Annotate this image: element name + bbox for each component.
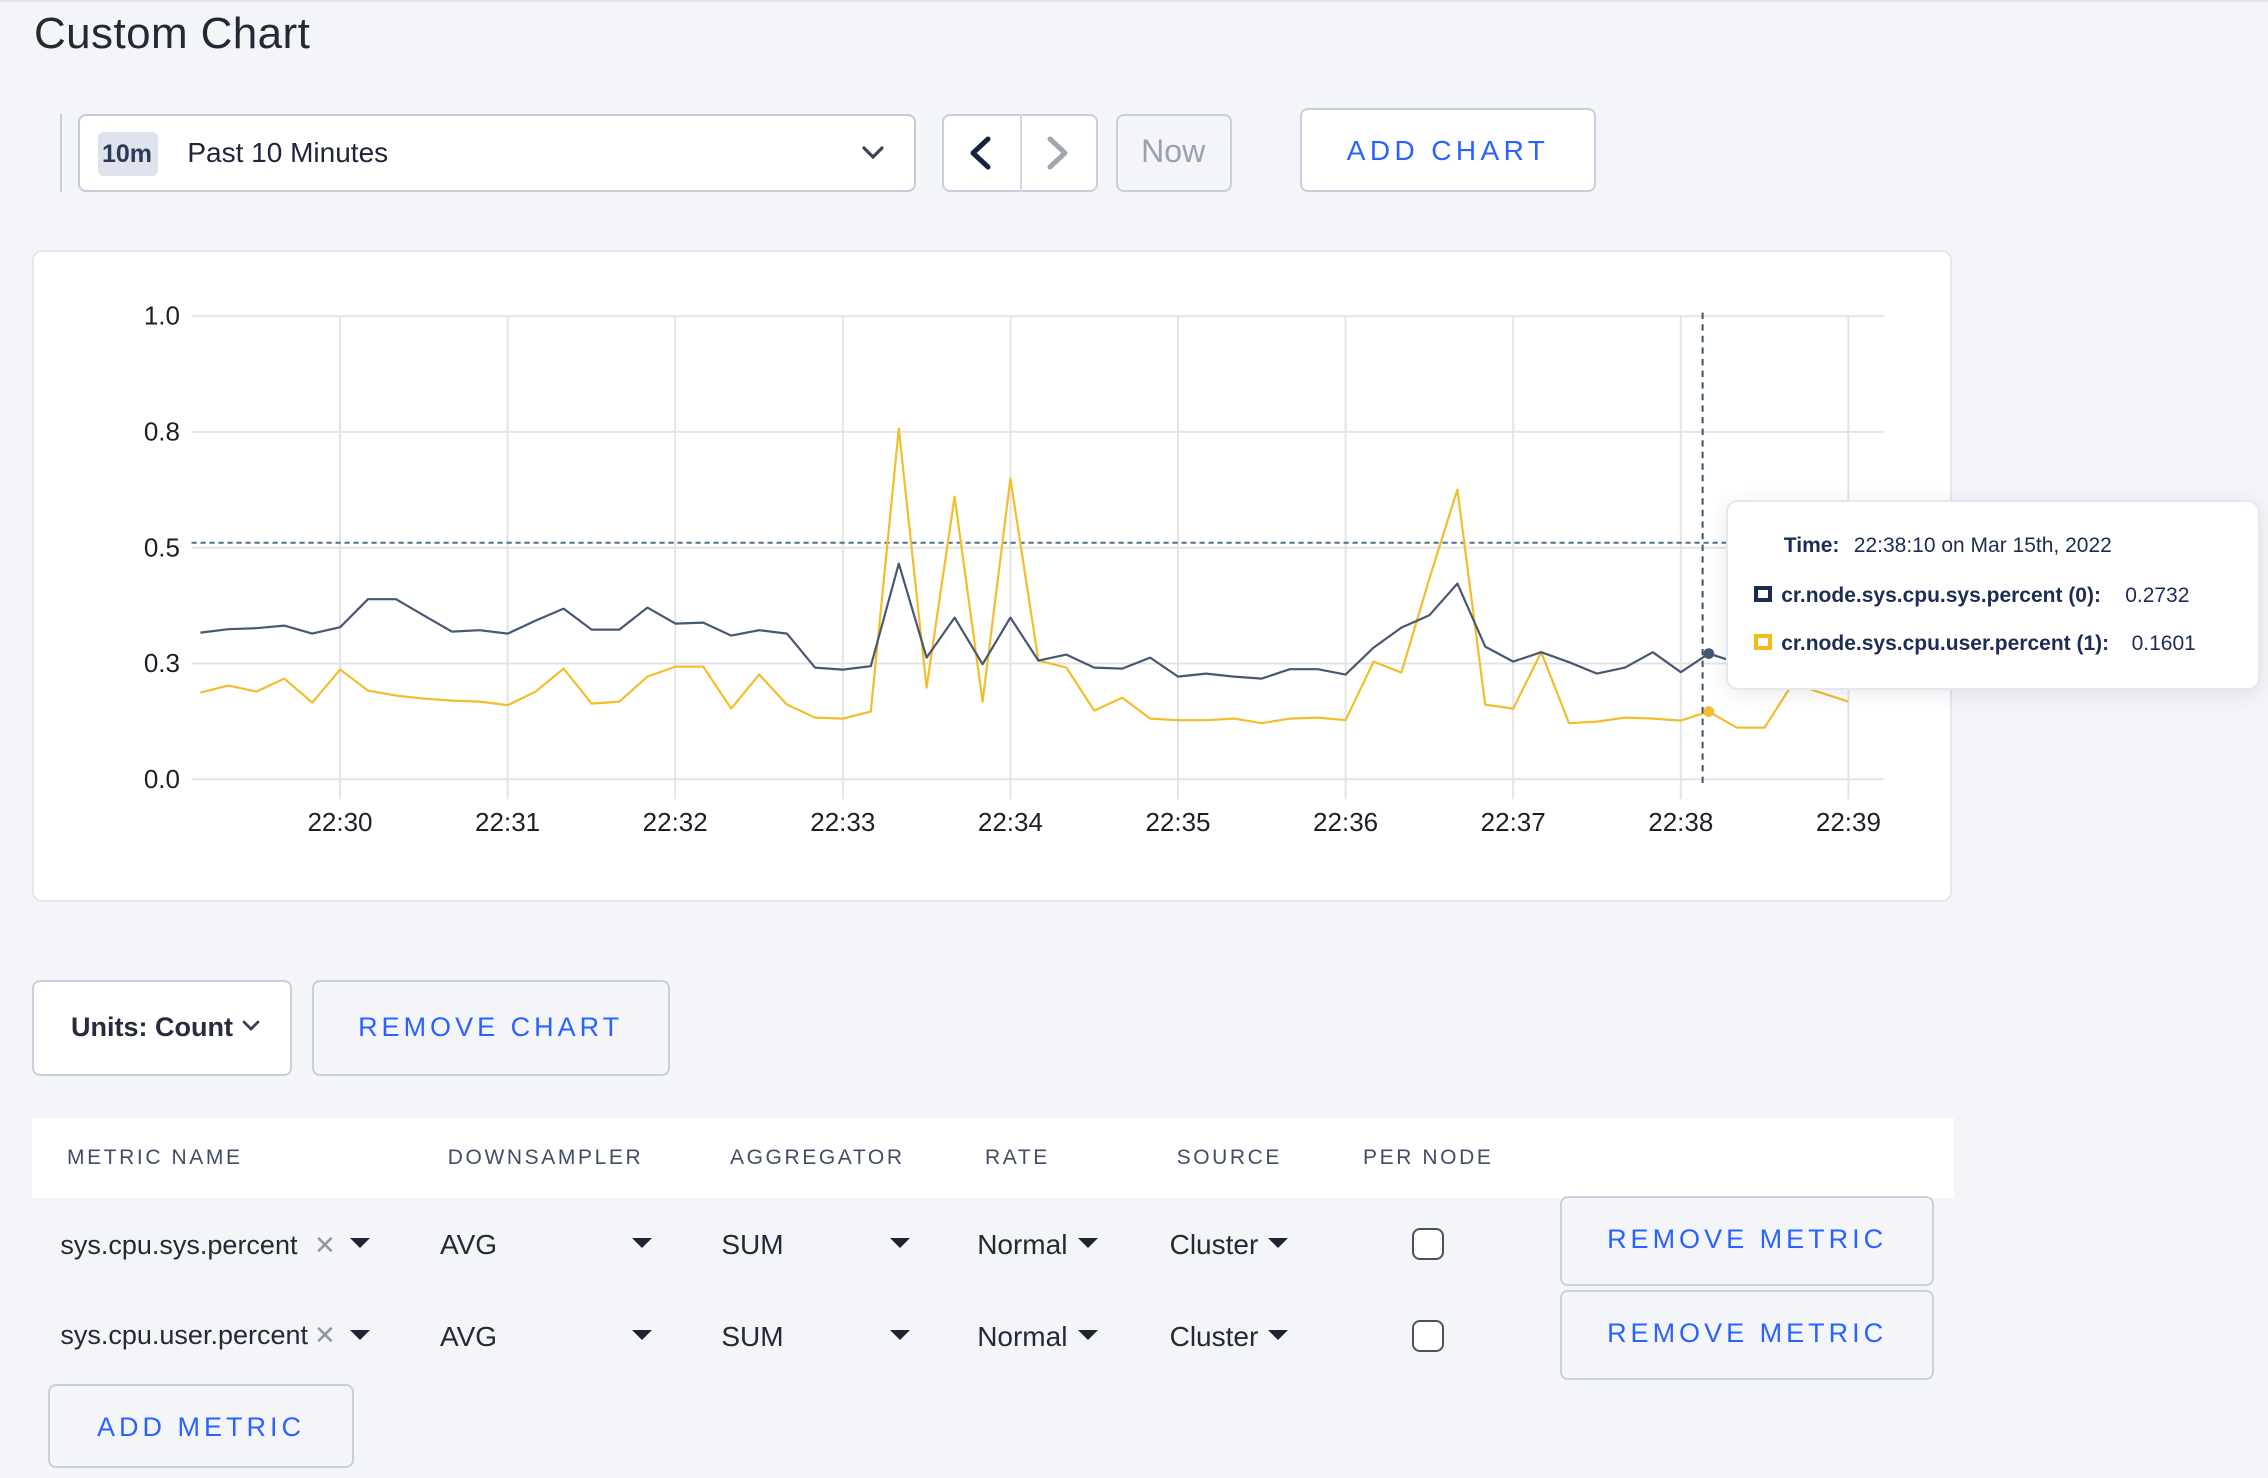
svg-text:0.8: 0.8 — [144, 416, 180, 446]
svg-text:22:36: 22:36 — [1313, 806, 1378, 836]
svg-text:22:39: 22:39 — [1816, 806, 1881, 836]
svg-text:1.0: 1.0 — [144, 300, 180, 330]
svg-text:22:37: 22:37 — [1481, 806, 1546, 836]
svg-text:22:34: 22:34 — [978, 806, 1043, 836]
svg-text:22:31: 22:31 — [475, 806, 540, 836]
svg-text:0.5: 0.5 — [144, 532, 180, 562]
svg-text:0.3: 0.3 — [144, 648, 180, 678]
svg-text:22:35: 22:35 — [1145, 806, 1210, 836]
svg-text:0.0: 0.0 — [144, 763, 180, 793]
svg-text:22:33: 22:33 — [810, 806, 875, 836]
svg-text:22:32: 22:32 — [643, 806, 708, 836]
svg-text:22:38: 22:38 — [1648, 806, 1713, 836]
svg-text:22:30: 22:30 — [307, 806, 372, 836]
